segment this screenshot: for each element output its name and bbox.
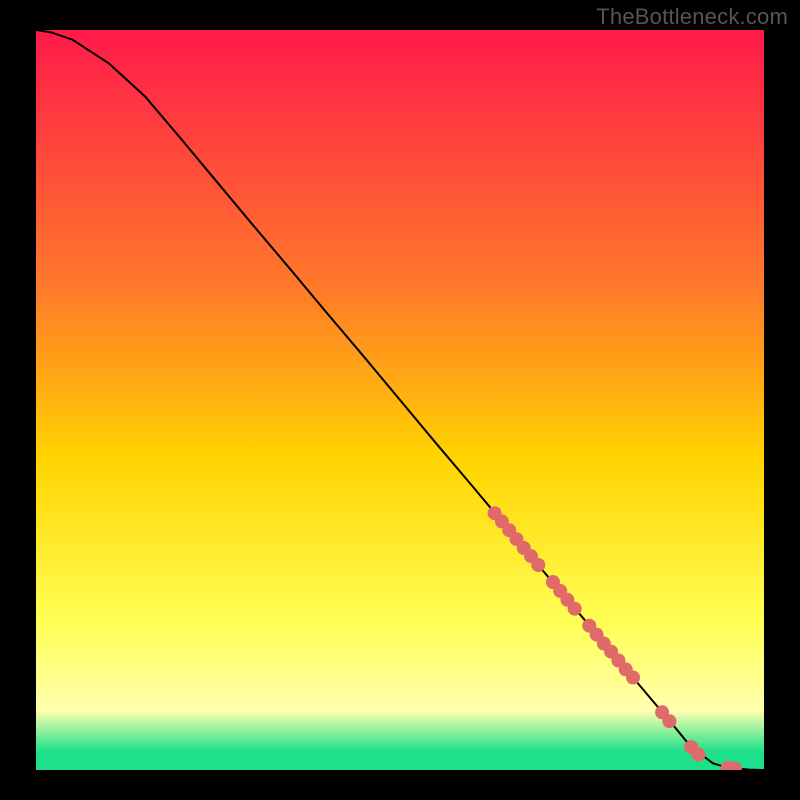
data-point	[626, 671, 640, 685]
data-point	[662, 714, 676, 728]
watermark-text: TheBottleneck.com	[596, 4, 788, 30]
data-point	[531, 558, 545, 572]
chart-stage: TheBottleneck.com	[0, 0, 800, 800]
chart-svg	[36, 30, 764, 770]
plot-area	[36, 30, 764, 770]
data-point	[568, 602, 582, 616]
data-point	[692, 748, 706, 762]
